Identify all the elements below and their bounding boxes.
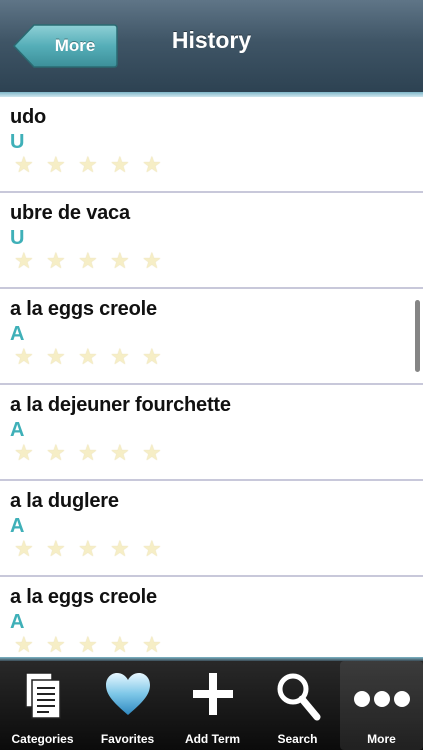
- rating-stars: ★ ★ ★ ★ ★: [14, 346, 174, 368]
- star-icon: ★: [110, 632, 130, 657]
- tab-label: More: [367, 732, 396, 746]
- star-icon: ★: [110, 440, 130, 465]
- star-icon: ★: [14, 536, 34, 561]
- star-icon: ★: [14, 344, 34, 369]
- star-icon: ★: [110, 248, 130, 273]
- tab-add-term[interactable]: Add Term: [170, 661, 255, 750]
- star-icon: ★: [78, 440, 98, 465]
- more-icon: [353, 691, 410, 707]
- star-icon: ★: [46, 632, 66, 657]
- star-icon: ★: [14, 440, 34, 465]
- star-icon: ★: [14, 248, 34, 273]
- navigation-bar: More History: [0, 0, 423, 97]
- star-icon: ★: [110, 344, 130, 369]
- term-letter: A: [10, 611, 25, 633]
- star-icon: ★: [78, 344, 98, 369]
- list-item[interactable]: a la duglere A ★ ★ ★ ★ ★: [0, 481, 423, 577]
- plus-icon: [192, 673, 233, 715]
- list-item[interactable]: ubre de vaca U ★ ★ ★ ★ ★: [0, 193, 423, 289]
- star-icon: ★: [14, 632, 34, 657]
- term-letter: U: [10, 227, 25, 249]
- star-icon: ★: [46, 248, 66, 273]
- tab-categories[interactable]: Categories: [0, 661, 85, 750]
- scroll-indicator[interactable]: [415, 300, 420, 372]
- list-item[interactable]: udo U ★ ★ ★ ★ ★: [0, 97, 423, 193]
- tab-bar: Categories Favorites Add Term Search Mor…: [0, 657, 423, 750]
- page-title: History: [171, 27, 252, 53]
- star-icon: ★: [142, 536, 162, 561]
- star-icon: ★: [110, 152, 130, 177]
- term-name: udo: [10, 106, 47, 128]
- history-list[interactable]: udo U ★ ★ ★ ★ ★ ubre de vaca U ★ ★ ★ ★ ★ a la eg…: [0, 97, 423, 657]
- rating-stars: ★ ★ ★ ★ ★: [14, 538, 174, 560]
- star-icon: ★: [46, 344, 66, 369]
- tab-more[interactable]: More: [340, 661, 423, 750]
- term-letter: A: [10, 323, 25, 345]
- tab-label: Categories: [11, 732, 74, 746]
- term-name: a la dejeuner fourchette: [10, 394, 231, 416]
- rating-stars: ★ ★ ★ ★ ★: [14, 634, 174, 656]
- tab-search[interactable]: Search: [255, 661, 340, 750]
- star-icon: ★: [142, 344, 162, 369]
- term-name: ubre de vaca: [10, 202, 130, 224]
- star-icon: ★: [78, 536, 98, 561]
- star-icon: ★: [110, 536, 130, 561]
- heart-icon: [105, 673, 150, 715]
- rating-stars: ★ ★ ★ ★ ★: [14, 250, 174, 272]
- list-item[interactable]: a la eggs creole A ★ ★ ★ ★ ★: [0, 289, 423, 385]
- list-item[interactable]: a la dejeuner fourchette A ★ ★ ★ ★ ★: [0, 385, 423, 481]
- term-name: a la duglere: [10, 490, 119, 512]
- tab-label: Favorites: [100, 732, 155, 746]
- star-icon: ★: [14, 152, 34, 177]
- star-icon: ★: [142, 440, 162, 465]
- tab-label: Add Term: [184, 732, 241, 746]
- star-icon: ★: [142, 248, 162, 273]
- star-icon: ★: [78, 632, 98, 657]
- list-item[interactable]: a la eggs creole A ★ ★ ★ ★ ★: [0, 577, 423, 657]
- search-icon: [277, 673, 320, 721]
- star-icon: ★: [142, 152, 162, 177]
- term-name: a la eggs creole: [10, 298, 157, 320]
- term-letter: A: [10, 419, 25, 441]
- tab-label: Search: [277, 732, 318, 746]
- rating-stars: ★ ★ ★ ★ ★: [14, 442, 174, 464]
- star-icon: ★: [46, 440, 66, 465]
- star-icon: ★: [142, 632, 162, 657]
- term-letter: U: [10, 131, 25, 153]
- document-icon: [24, 672, 61, 719]
- term-name: a la eggs creole: [10, 586, 157, 608]
- star-icon: ★: [78, 248, 98, 273]
- star-icon: ★: [46, 152, 66, 177]
- tab-favorites[interactable]: Favorites: [85, 661, 170, 750]
- rating-stars: ★ ★ ★ ★ ★: [14, 154, 174, 176]
- term-letter: A: [10, 515, 25, 537]
- star-icon: ★: [78, 152, 98, 177]
- star-icon: ★: [46, 536, 66, 561]
